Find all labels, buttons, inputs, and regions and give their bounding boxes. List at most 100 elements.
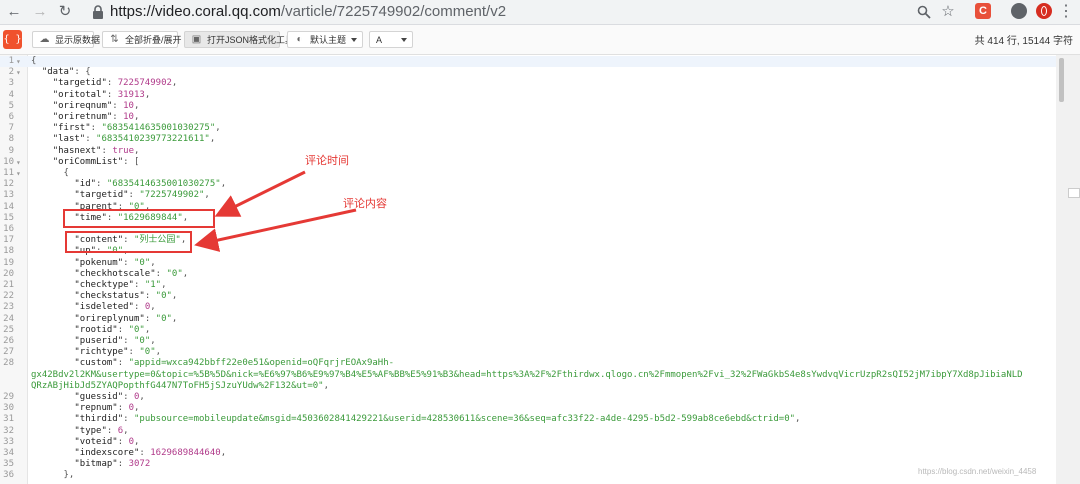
theme-select[interactable]: ◐ 默认主题 (287, 31, 363, 48)
code-text: "checkstatus": "0", (74, 291, 178, 302)
chevron-down-icon (351, 38, 357, 42)
code-line: 4 "oritotal": 31913, (0, 90, 1056, 101)
code-text: "targetid": 7225749902, (52, 78, 178, 89)
json-viewer-toolbar: { } ☁ 显示原数据 ⇅ 全部折叠/展开 ▣ 打开JSON格式化工具 ◐ 默认主题 A… (0, 25, 1080, 55)
code-line: 21 "checktype": "1", (0, 280, 1056, 291)
line-number: 11 (3, 168, 14, 178)
code-line: 30 "repnum": 0, (0, 403, 1056, 414)
code-text: "data": { (41, 67, 91, 78)
content-annotation-label: 评论内容 (343, 198, 387, 210)
fold-toggle-icon[interactable]: ▾ (16, 56, 24, 67)
fold-toggle-icon[interactable]: ▾ (16, 168, 24, 179)
line-number: 13 (3, 190, 14, 201)
code-line: 7 "first": "6835414635001030275", (0, 123, 1056, 134)
line-number: 24 (3, 313, 14, 324)
vertical-scrollbar[interactable] (1056, 55, 1080, 484)
lock-icon (93, 5, 103, 19)
code-text: "rootid": "0", (74, 324, 151, 335)
code-line: 31 "thirdid": "pubsource=mobileupdate&ms… (0, 414, 1056, 425)
line-number: 3 (8, 78, 14, 89)
json-handle-logo-icon[interactable]: { } (3, 30, 22, 49)
code-text: "bitmap": 3072 (74, 459, 151, 470)
zoom-magnifier-icon[interactable] (914, 2, 934, 22)
code-text: "checktype": "1", (74, 280, 167, 290)
code-line: 5 "orireqnum": 10, (0, 101, 1056, 112)
code-line: 13 "targetid": "7225749902", (0, 190, 1056, 201)
line-number: 28 (3, 358, 14, 369)
opera-extension-icon[interactable] (1036, 3, 1052, 19)
line-number: 33 (3, 436, 14, 447)
bookmark-star-icon[interactable]: ☆ (938, 2, 958, 22)
collapse-expand-all-button[interactable]: ⇅ 全部折叠/展开 (102, 31, 182, 48)
code-line: 8 "last": "6835410239773221611", (0, 134, 1056, 145)
code-line: 36 }, (0, 470, 1056, 481)
code-text: { (31, 56, 37, 66)
code-text: "id": "6835414635001030275", (74, 179, 227, 190)
code-text: "last": "6835410239773221611", (52, 134, 216, 145)
code-text: "thirdid": "pubsource=mobileupdate&msgid… (74, 414, 801, 425)
side-panel-toggle-icon[interactable] (1068, 188, 1080, 198)
line-number: 12 (3, 179, 14, 190)
forward-arrow-icon[interactable]: → (30, 2, 50, 22)
code-line: 23 "isdeleted": 0, (0, 302, 1056, 313)
code-line: 28 "custom": "appid=wxca942bbff22e0e51&o… (0, 358, 1056, 369)
line-number: 30 (3, 403, 14, 414)
back-arrow-icon[interactable]: ← (4, 2, 24, 22)
line-char-stats: 共 414 行, 15144 字符 (974, 36, 1073, 47)
code-line: 24 "orireplynum": "0", (0, 314, 1056, 325)
json-code-viewer[interactable]: 1 ▾{2 ▾ "data": {3 "targetid": 7225749902,… (0, 55, 1056, 484)
reload-icon[interactable]: ↻ (55, 2, 75, 22)
line-number: 36 (3, 470, 14, 481)
code-line: 27 "richtype": "0", (0, 347, 1056, 358)
code-line: 12 "id": "6835414635001030275", (0, 179, 1056, 190)
fold-toggle-icon[interactable]: ▾ (16, 67, 24, 78)
code-line: 3 "targetid": 7225749902, (0, 78, 1056, 89)
profile-avatar-icon[interactable] (1011, 3, 1027, 19)
code-text: "checkhotscale": "0", (74, 268, 189, 279)
fold-toggle-icon[interactable]: ▾ (16, 157, 24, 168)
line-number: 31 (3, 414, 14, 425)
chevron-down-icon (401, 38, 407, 42)
code-text: "indexscore": 1629689844640, (74, 448, 227, 458)
line-number: 26 (3, 336, 14, 346)
line-number: 35 (3, 459, 14, 470)
open-json-formatter-button[interactable]: ▣ 打开JSON格式化工具 (184, 31, 294, 48)
code-text: "pokenum": "0", (74, 257, 156, 268)
code-text: "isdeleted": 0, (74, 302, 156, 313)
scrollbar-thumb[interactable] (1059, 58, 1064, 102)
code-text: }, (31, 470, 75, 481)
extension-c-icon[interactable]: C (975, 3, 991, 19)
code-text: "targetid": "7225749902", (74, 190, 210, 201)
address-bar[interactable]: https://video.coral.qq.com/varticle/7225… (84, 1, 984, 23)
code-line: 1 ▾ { (0, 56, 1056, 68)
font-size-select[interactable]: A (369, 31, 413, 48)
line-number: 14 (3, 201, 14, 212)
show-raw-data-button[interactable]: ☁ 显示原数据 (32, 31, 100, 48)
line-number: 23 (3, 302, 14, 313)
code-text: gx42Bdv2l2KM&usertype=0&topic=%5B%5D&nic… (31, 369, 1023, 380)
code-text: "custom": "appid=wxca942bbff22e0e51&open… (74, 358, 395, 369)
code-text: QRzABjHibJd5ZYAQPopthfG447N7ToFH5jSJzuYU… (31, 380, 330, 391)
line-number: 25 (3, 324, 14, 335)
more-menu-icon[interactable]: ⋮ (1058, 2, 1074, 22)
code-line: gx42Bdv2l2KM&usertype=0&topic=%5B%5D&nic… (0, 370, 1056, 381)
code-line: 25 "rootid": "0", (0, 325, 1056, 336)
code-text: "oriCommList": [ (52, 156, 140, 167)
code-line: 26 "puserid": "0", (0, 336, 1056, 347)
code-text: "oriretnum": 10, (52, 112, 140, 122)
line-number: 8 (8, 134, 14, 145)
code-line: QRzABjHibJd5ZYAQPopthfG447N7ToFH5jSJzuYU… (0, 381, 1056, 392)
code-line: 33 "voteid": 0, (0, 437, 1056, 448)
code-text: "richtype": "0", (74, 347, 162, 358)
code-text: { (31, 168, 69, 178)
line-number: 15 (3, 212, 14, 223)
code-text: "orireqnum": 10, (52, 100, 140, 111)
url-text[interactable]: https://video.coral.qq.com/varticle/7225… (110, 3, 506, 21)
code-line: 10 ▾ "oriCommList": [ (0, 157, 1056, 168)
content-highlight-box (65, 231, 192, 253)
code-line: 34 "indexscore": 1629689844640, (0, 448, 1056, 459)
line-number: 29 (3, 392, 14, 402)
line-number: 19 (3, 257, 14, 268)
cloud-icon: ☁ (39, 34, 50, 45)
line-number: 10 (3, 156, 14, 167)
